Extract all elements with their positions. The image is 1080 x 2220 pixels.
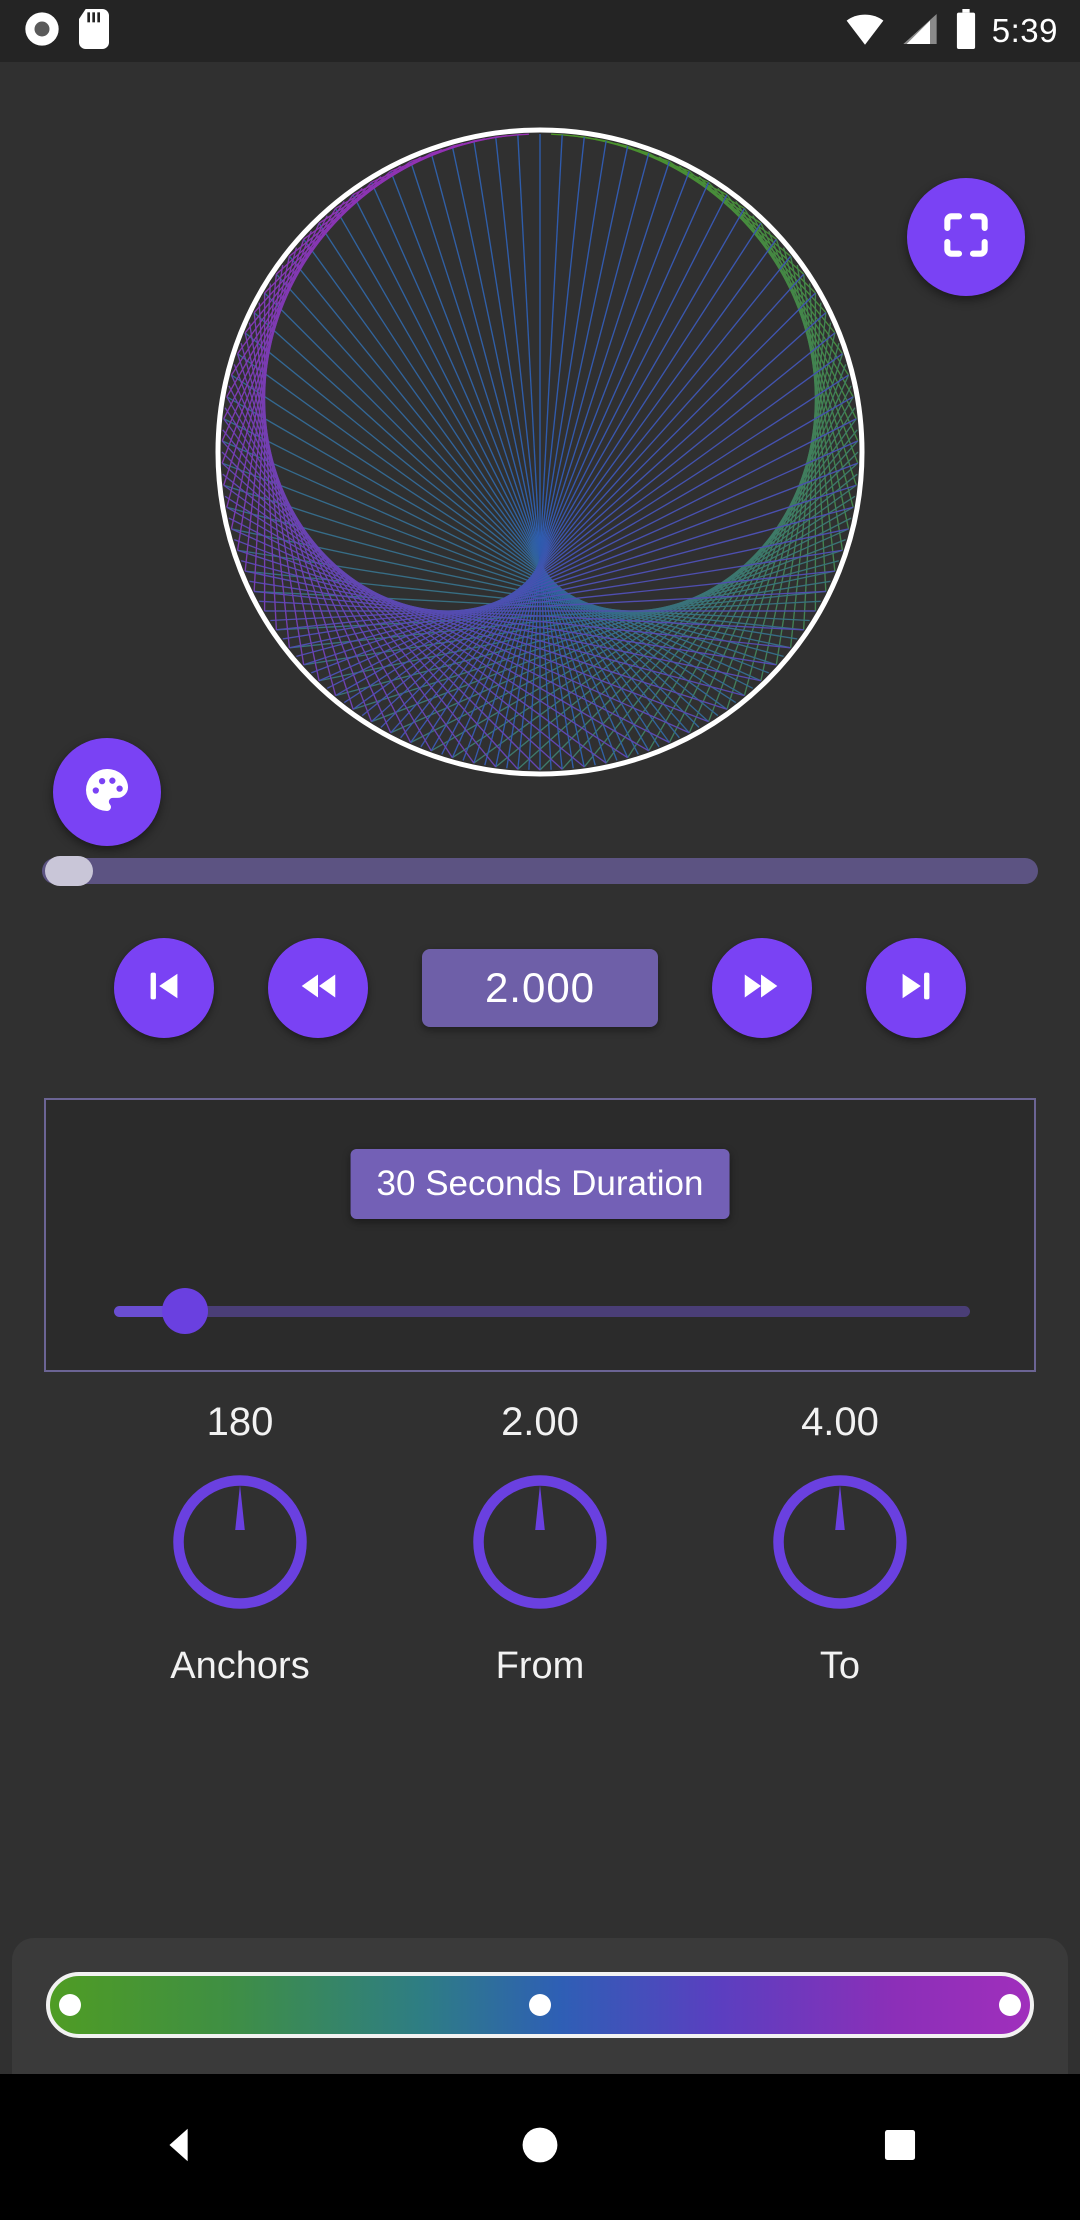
- transport-controls: 2.000: [0, 932, 1080, 1044]
- duration-slider-thumb[interactable]: [162, 1288, 208, 1334]
- knob-label: From: [495, 1645, 585, 1687]
- knob-label: To: [819, 1645, 861, 1687]
- knob-row: 180 Anchors 2.00 From 4.00 To: [0, 1400, 1080, 1780]
- knob-anchors[interactable]: 180 Anchors: [90, 1400, 390, 1780]
- duration-panel: 30 Seconds Duration: [44, 1098, 1036, 1372]
- android-nav-bar: [0, 2074, 1080, 2220]
- nav-home-button[interactable]: [460, 2074, 620, 2220]
- app-screen: 5:39 2.000 30 Seconds Duration 180 Ancho…: [0, 0, 1080, 2220]
- rewind-icon: [295, 963, 341, 1014]
- back-icon: [157, 2122, 203, 2173]
- playback-seek-bar[interactable]: [42, 856, 1038, 886]
- seek-thumb[interactable]: [45, 856, 93, 886]
- knob-label: Anchors: [170, 1645, 310, 1687]
- duration-chip[interactable]: 30 Seconds Duration: [350, 1149, 730, 1219]
- status-bar: 5:39: [0, 0, 1080, 62]
- signal-icon: [900, 11, 940, 52]
- knob-dial[interactable]: [765, 1467, 915, 1617]
- recents-icon: [881, 2126, 919, 2169]
- skip-previous-button[interactable]: [114, 938, 214, 1038]
- knob-from[interactable]: 2.00 From: [390, 1400, 690, 1780]
- record-icon: [22, 9, 62, 54]
- visualization-area[interactable]: [0, 62, 1080, 846]
- home-icon: [518, 2123, 562, 2172]
- wifi-icon: [844, 11, 886, 52]
- status-bar-clock: 5:39: [991, 12, 1058, 49]
- skip-previous-icon: [141, 963, 187, 1014]
- knob-to[interactable]: 4.00 To: [690, 1400, 990, 1780]
- gradient-stop-handle[interactable]: [529, 1994, 551, 2016]
- fast-forward-button[interactable]: [712, 938, 812, 1038]
- duration-slider-track[interactable]: [160, 1306, 970, 1317]
- knob-dial[interactable]: [165, 1467, 315, 1617]
- gradient-stop-handle[interactable]: [58, 1994, 81, 2016]
- fullscreen-icon: [938, 207, 994, 268]
- knob-dial[interactable]: [465, 1467, 615, 1617]
- rewind-button[interactable]: [268, 938, 368, 1038]
- gradient-panel: [12, 1938, 1068, 2074]
- string-art-canvas[interactable]: [213, 125, 867, 779]
- sdcard-icon: [78, 8, 110, 54]
- seek-track[interactable]: [42, 858, 1038, 884]
- fullscreen-button[interactable]: [907, 178, 1025, 296]
- status-bar-right-icons: 5:39: [844, 8, 1058, 54]
- duration-slider[interactable]: [114, 1288, 970, 1334]
- color-gradient-bar[interactable]: [46, 1972, 1034, 2038]
- palette-button[interactable]: [53, 738, 161, 846]
- skip-next-icon: [893, 963, 939, 1014]
- knob-value: 2.00: [501, 1400, 579, 1444]
- nav-back-button[interactable]: [100, 2074, 260, 2220]
- palette-icon: [79, 762, 135, 823]
- battery-icon: [954, 8, 978, 54]
- gradient-stop-handle[interactable]: [999, 1994, 1022, 2016]
- status-bar-left-icons: [22, 8, 110, 54]
- fast-forward-icon: [739, 963, 785, 1014]
- nav-recents-button[interactable]: [820, 2074, 980, 2220]
- knob-value: 4.00: [801, 1400, 879, 1444]
- knob-value: 180: [206, 1400, 274, 1444]
- skip-next-button[interactable]: [866, 938, 966, 1038]
- multiplier-value-field[interactable]: 2.000: [422, 949, 658, 1027]
